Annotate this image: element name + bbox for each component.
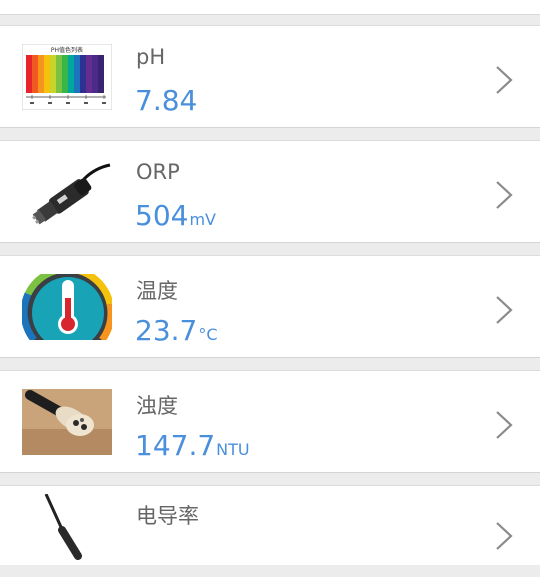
sensor-name: 温度 [136, 279, 178, 303]
sensor-card-ph[interactable]: PH值色列表 pH 7.84 [0, 25, 540, 128]
chevron-right-icon[interactable] [494, 64, 514, 96]
conductivity-probe-icon [22, 494, 112, 560]
ph-chart-title: PH值色列表 [51, 46, 83, 54]
ph-color-chart-icon: PH值色列表 [22, 44, 112, 110]
previous-sensor-card[interactable] [0, 0, 540, 15]
chevron-right-icon[interactable] [494, 179, 514, 211]
sensor-name: pH [136, 45, 166, 69]
sensor-value: 7.84 [135, 84, 198, 117]
sensor-card-conductivity[interactable]: 电导率 [0, 485, 540, 565]
sensor-value: 147.7NTU [135, 429, 250, 462]
sensor-value: 504mV [135, 199, 216, 232]
sensor-card-orp[interactable]: ORP 504mV [0, 140, 540, 243]
thermometer-icon [22, 274, 112, 340]
orp-probe-icon [22, 159, 112, 225]
sensor-name: 电导率 [136, 504, 199, 528]
sensor-card-temperature[interactable]: 温度 23.7°C [0, 255, 540, 358]
sensor-value [135, 544, 136, 577]
chevron-right-icon[interactable] [494, 409, 514, 441]
sensor-name: 浊度 [136, 394, 178, 418]
chevron-right-icon[interactable] [494, 294, 514, 326]
sensor-name: ORP [136, 160, 180, 184]
chevron-right-icon[interactable] [494, 520, 514, 552]
sensor-card-turbidity[interactable]: 浊度 147.7NTU [0, 370, 540, 473]
turbidity-probe-icon [22, 389, 112, 455]
sensor-value: 23.7°C [135, 314, 218, 347]
